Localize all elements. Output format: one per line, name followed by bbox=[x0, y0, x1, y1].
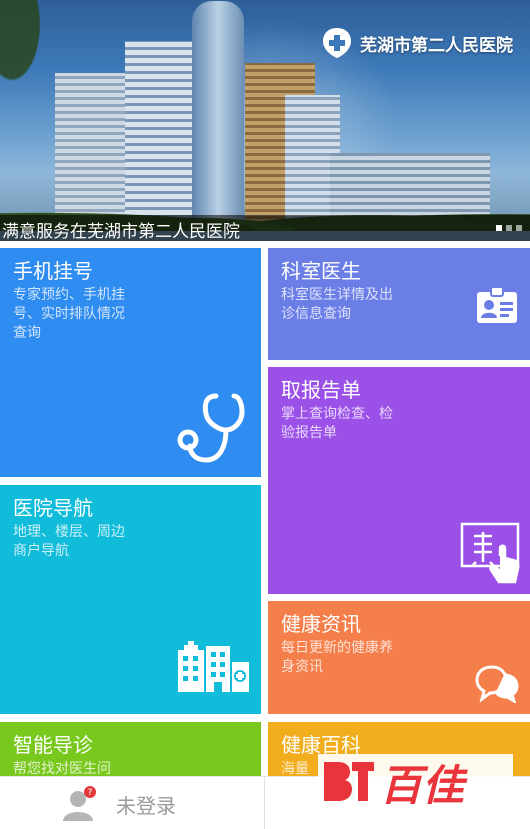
hospital-cross-icon bbox=[323, 28, 351, 58]
tile-description: 掌上查询检查、检验报告单 bbox=[281, 406, 393, 441]
watermark-text: 百佳 bbox=[380, 761, 468, 810]
tile-health-news[interactable]: 健康资讯 每日更新的健康养身资讯 bbox=[268, 601, 530, 714]
tile-title: 医院导航 bbox=[13, 496, 93, 520]
tile-description: 每日更新的健康养身资讯 bbox=[281, 640, 393, 675]
stethoscope-icon bbox=[177, 393, 245, 463]
slide-dot[interactable] bbox=[506, 225, 512, 231]
tile-title: 健康资讯 bbox=[281, 612, 361, 636]
slide-indicator[interactable] bbox=[492, 225, 522, 231]
tile-description: 地理、楼层、周边商户导航 bbox=[13, 524, 125, 559]
banner-caption: 满意服务在芜湖市第二人民医院 bbox=[2, 222, 240, 241]
chat-bubbles-icon bbox=[475, 665, 519, 703]
notification-badge: ? bbox=[88, 788, 93, 798]
hospital-name: 芜湖市第二人民医院 bbox=[360, 35, 513, 56]
tile-description: 科室医生详情及出诊信息查询 bbox=[281, 287, 393, 322]
watermark-logo: 百佳 bbox=[318, 754, 513, 812]
tile-pick-up-reports[interactable]: 取报告单 掌上查询检查、检验报告单 bbox=[268, 367, 530, 594]
tile-department-doctors[interactable]: 科室医生 科室医生详情及出诊信息查询 bbox=[268, 248, 530, 360]
user-avatar-icon: ? bbox=[63, 786, 96, 821]
login-label: 未登录 bbox=[116, 793, 176, 818]
report-hand-icon bbox=[460, 522, 520, 584]
tile-smart-triage[interactable]: 智能导诊 帮您找对医生问 bbox=[0, 722, 261, 782]
slide-dot[interactable] bbox=[496, 225, 502, 231]
tile-hospital-navigation[interactable]: 医院导航 地理、楼层、周边商户导航 bbox=[0, 485, 261, 714]
login-button[interactable]: ? 未登录 bbox=[60, 785, 176, 823]
tile-mobile-registration[interactable]: 手机挂号 专家预约、手机挂号、实时排队情况查询 bbox=[0, 248, 261, 477]
tile-title: 智能导诊 bbox=[13, 733, 93, 757]
tile-description: 专家预约、手机挂号、实时排队情况查询 bbox=[13, 287, 125, 341]
tile-title: 科室医生 bbox=[281, 259, 361, 283]
tile-title: 手机挂号 bbox=[13, 259, 93, 283]
tile-title: 取报告单 bbox=[281, 378, 361, 402]
doctor-badge-icon bbox=[477, 286, 517, 323]
slide-dot[interactable] bbox=[516, 225, 522, 231]
hero-banner[interactable]: 芜湖市第二人民医院 满意服务在芜湖市第二人民医院 bbox=[0, 0, 530, 241]
palm-foliage bbox=[0, 0, 60, 120]
banner-caption-bar: 满意服务在芜湖市第二人民医院 bbox=[0, 215, 530, 241]
hospital-logo: 芜湖市第二人民医院 bbox=[320, 26, 513, 60]
hospital-building-icon bbox=[178, 641, 249, 692]
divider bbox=[264, 777, 265, 829]
